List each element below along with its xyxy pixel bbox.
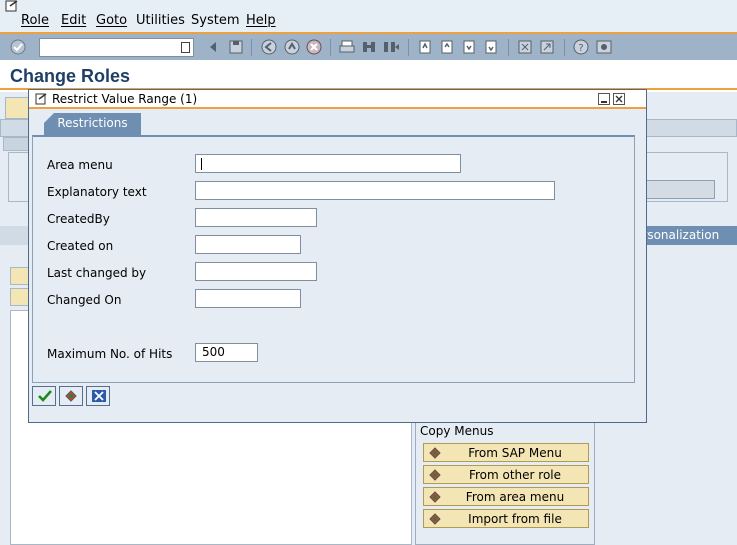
- customize-layout-icon[interactable]: [596, 39, 612, 55]
- checkmark-icon: [38, 390, 52, 402]
- copy-menus-title: Copy Menus: [420, 424, 494, 438]
- created-on-label: Created on: [47, 239, 114, 253]
- menu-goto[interactable]: Goto: [96, 13, 127, 28]
- restrictions-panel: Area menu Explanatory text CreatedBy Cre…: [32, 135, 635, 383]
- last-changed-by-input[interactable]: [195, 262, 317, 281]
- system-menu-icon[interactable]: [5, 0, 19, 12]
- text-cursor: [201, 158, 202, 170]
- command-field[interactable]: [39, 38, 194, 57]
- copy-menu-icon: [429, 513, 441, 525]
- area-menu-input[interactable]: [195, 154, 461, 173]
- restrict-value-range-dialog: Restrict Value Range (1) Restrictions Ar…: [28, 89, 647, 423]
- command-history-icon[interactable]: [181, 42, 190, 53]
- cancel-icon[interactable]: [306, 39, 322, 55]
- changed-on-input[interactable]: [195, 289, 301, 308]
- menu-utilities[interactable]: Utilities: [136, 13, 185, 28]
- menu-role[interactable]: Role: [21, 13, 49, 28]
- dialog-menu-icon[interactable]: [35, 93, 48, 105]
- from-other-role-button[interactable]: From other role: [423, 465, 589, 484]
- enter-icon[interactable]: [10, 39, 26, 55]
- title-bar: Change Roles: [0, 62, 737, 90]
- from-area-menu-button[interactable]: From area menu: [423, 487, 589, 506]
- copy-menu-icon: [429, 491, 441, 503]
- minimize-icon[interactable]: [598, 93, 610, 105]
- cancel-x-icon: [92, 390, 106, 402]
- menu-help[interactable]: Help: [246, 13, 276, 28]
- find-next-icon[interactable]: [383, 39, 399, 55]
- back-icon[interactable]: [261, 39, 277, 55]
- max-hits-label: Maximum No. of Hits: [47, 347, 173, 361]
- explanatory-text-label: Explanatory text: [47, 185, 147, 199]
- menu-bar: Role Edit Goto Utilities System Help: [0, 0, 737, 32]
- last-page-icon[interactable]: [483, 39, 499, 55]
- dropdown-icon[interactable]: [10, 288, 30, 306]
- find-icon[interactable]: [361, 39, 377, 55]
- exit-icon[interactable]: [284, 39, 300, 55]
- area-menu-label: Area menu: [47, 158, 113, 172]
- page-title: Change Roles: [10, 66, 131, 86]
- previous-page-icon[interactable]: [439, 39, 455, 55]
- multiple-selection-button[interactable]: [59, 386, 83, 406]
- first-page-icon[interactable]: [417, 39, 433, 55]
- save-icon[interactable]: [228, 39, 244, 55]
- print-icon[interactable]: [339, 39, 355, 55]
- copy-menu-icon: [429, 447, 441, 459]
- created-by-input[interactable]: [195, 208, 317, 227]
- explanatory-text-input[interactable]: [195, 181, 555, 200]
- description-field[interactable]: [644, 180, 715, 199]
- help-icon[interactable]: ?: [573, 39, 589, 55]
- create-session-icon[interactable]: [517, 39, 533, 55]
- menu-edit[interactable]: Edit: [61, 13, 86, 28]
- created-on-input[interactable]: [195, 235, 301, 254]
- max-hits-input[interactable]: 500: [195, 343, 258, 362]
- tab-restrictions[interactable]: Restrictions: [44, 113, 141, 135]
- dialog-title: Restrict Value Range (1): [52, 92, 198, 106]
- role-label-fragment: [3, 137, 31, 151]
- shortcut-icon[interactable]: [539, 39, 555, 55]
- multi-select-icon: [65, 390, 77, 402]
- folder-icon[interactable]: [10, 267, 30, 285]
- next-page-icon[interactable]: [461, 39, 477, 55]
- back-arrow-icon[interactable]: [206, 39, 222, 55]
- dialog-title-bar: Restrict Value Range (1): [29, 90, 646, 109]
- standard-toolbar: ?: [0, 32, 737, 60]
- menu-system[interactable]: System: [191, 13, 239, 28]
- created-by-label: CreatedBy: [47, 212, 110, 226]
- last-changed-by-label: Last changed by: [47, 266, 147, 280]
- cancel-button[interactable]: [86, 386, 110, 406]
- copy-menu-icon: [429, 469, 441, 481]
- svg-text:?: ?: [578, 43, 583, 54]
- import-from-file-button[interactable]: Import from file: [423, 509, 589, 528]
- execute-button[interactable]: [32, 386, 56, 406]
- close-icon[interactable]: [613, 93, 625, 105]
- copy-menus-group: Copy Menus From SAP Menu From other role…: [415, 422, 595, 545]
- pencil-icon[interactable]: [5, 97, 29, 119]
- from-sap-menu-button[interactable]: From SAP Menu: [423, 443, 589, 462]
- changed-on-label: Changed On: [47, 293, 122, 307]
